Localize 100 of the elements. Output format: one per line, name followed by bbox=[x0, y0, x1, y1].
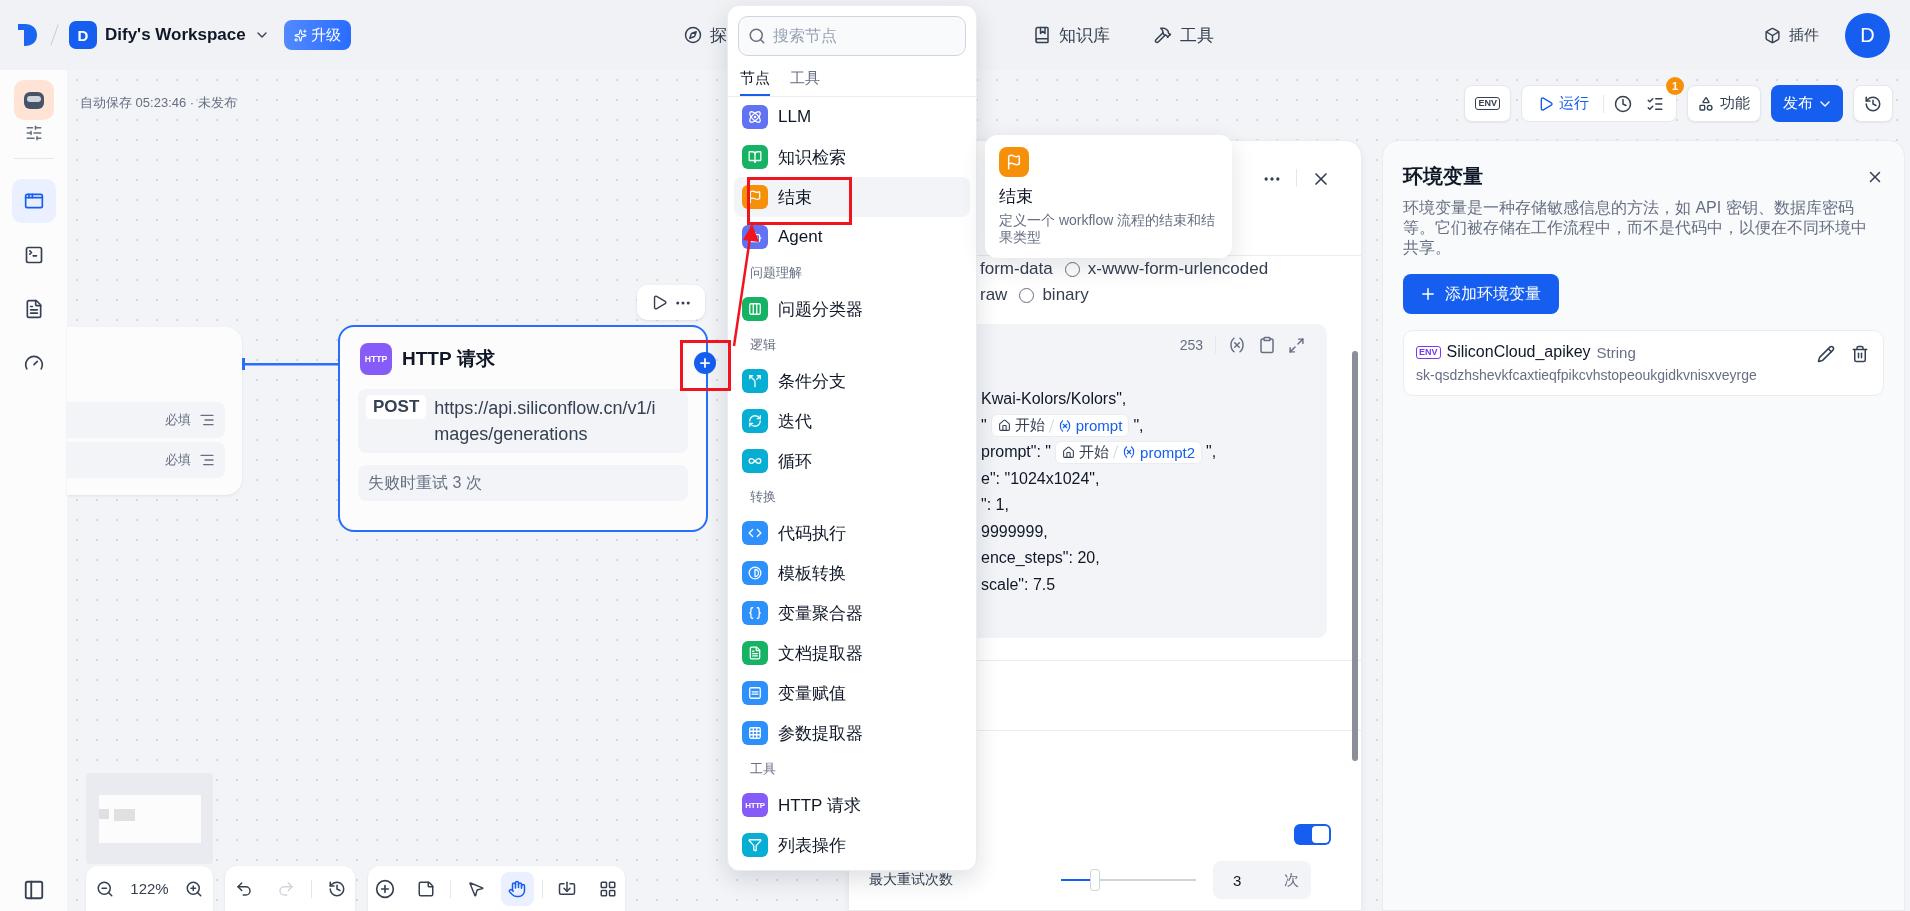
app-icon[interactable] bbox=[13, 80, 54, 120]
item-label: HTTP 请求 bbox=[778, 794, 861, 817]
logo-icon[interactable] bbox=[16, 22, 40, 48]
variable-chip[interactable]: 开始 prompt2 bbox=[1055, 440, 1203, 464]
panel-toggle-icon[interactable] bbox=[22, 879, 45, 901]
code-text: " bbox=[981, 416, 987, 435]
redo-icon bbox=[276, 879, 295, 898]
edit-icon[interactable] bbox=[1817, 345, 1835, 363]
item-label: 问题分类器 bbox=[778, 298, 863, 321]
menu-item[interactable]: HTTP HTTP 请求 bbox=[734, 785, 970, 825]
item-label: LLM bbox=[778, 107, 812, 127]
item-label: 参数提取器 bbox=[778, 722, 863, 745]
body-type-label[interactable]: x-www-form-urlencoded bbox=[1087, 259, 1269, 279]
annotation-box bbox=[680, 340, 731, 391]
retries-unit: 次 bbox=[1284, 870, 1299, 890]
nav-link[interactable]: 知识库 bbox=[1025, 15, 1118, 55]
section-label: 转换 bbox=[749, 488, 777, 506]
variable-chip[interactable]: 开始 prompt bbox=[990, 414, 1130, 438]
panel-description: 环境变量是一种存储敏感信息的方法，如 API 密钥、数据库密码等。它们被存储在工作流程中，而不是代码中，以便在不同环境中共享。 bbox=[1403, 198, 1868, 258]
notebook-icon bbox=[1033, 26, 1051, 44]
zoom-level[interactable]: 122% bbox=[130, 880, 169, 897]
sliders-icon[interactable] bbox=[24, 124, 43, 142]
nav-link[interactable]: 工具 bbox=[1146, 15, 1222, 55]
features-button[interactable]: 功能 bbox=[1687, 85, 1761, 122]
retries-value: 3 bbox=[1233, 871, 1242, 889]
variable-name: prompt bbox=[1075, 417, 1123, 435]
terminal-icon bbox=[23, 245, 44, 265]
menu-tab[interactable]: 节点 bbox=[740, 69, 770, 96]
menu-item[interactable]: LLM bbox=[734, 97, 970, 137]
plus-icon bbox=[698, 356, 712, 370]
text-lines-icon bbox=[199, 412, 215, 428]
menu-item[interactable]: 结束 bbox=[734, 177, 970, 217]
home-icon bbox=[997, 419, 1011, 433]
delete-icon[interactable] bbox=[1851, 345, 1869, 363]
add-variable-button[interactable]: 添加环境变量 bbox=[1403, 274, 1559, 314]
zoom-in-icon bbox=[184, 879, 203, 898]
menu-tab[interactable]: 工具 bbox=[790, 69, 820, 96]
window-icon bbox=[23, 191, 44, 211]
workspace-selector[interactable]: D Dify's Workspace bbox=[69, 21, 270, 49]
required-tag: 必填 bbox=[165, 451, 191, 469]
zoom-out-icon bbox=[96, 879, 115, 898]
panel-title: 环境变量 bbox=[1403, 164, 1483, 189]
plugins-link[interactable]: 插件 bbox=[1764, 25, 1819, 45]
slider-thumb[interactable] bbox=[1089, 869, 1100, 891]
url-text: https://api.siliconflow.cn/v1/images/generations bbox=[434, 397, 657, 446]
history-icon bbox=[1864, 94, 1882, 113]
home-icon bbox=[1062, 445, 1076, 459]
http-request-node[interactable]: HTTP HTTP 请求 POST https://api.siliconflow.cn/v1/images/generations 失败时重试 3 次 bbox=[338, 325, 708, 532]
menu-item[interactable]: 参数提取器 bbox=[734, 713, 970, 753]
item-label: 循环 bbox=[778, 450, 812, 473]
variable-name: SiliconCloud_apikey bbox=[1446, 343, 1591, 361]
item-label: 文档提取器 bbox=[778, 642, 863, 665]
search-field[interactable]: 搜索节点 bbox=[738, 16, 966, 56]
nav-link[interactable]: 探 bbox=[676, 15, 735, 55]
retries-input[interactable]: 3 次 bbox=[1213, 861, 1311, 899]
env-icon: ENV bbox=[1475, 97, 1500, 110]
user-avatar[interactable]: D bbox=[1845, 12, 1890, 58]
code-text: Kwai-Kolors/Kolors", bbox=[981, 390, 1127, 409]
copy-icon[interactable] bbox=[1258, 336, 1276, 354]
http-icon: HTTP bbox=[360, 343, 392, 375]
radio-button[interactable] bbox=[1064, 261, 1080, 277]
publish-button[interactable]: 发布 bbox=[1771, 85, 1843, 122]
retry-slider[interactable] bbox=[1061, 869, 1196, 891]
clock-icon bbox=[1614, 94, 1632, 113]
item-label: 条件分支 bbox=[778, 370, 846, 393]
env-icon: ENV bbox=[1416, 345, 1441, 359]
radio-button[interactable] bbox=[1019, 287, 1035, 303]
char-count: 253 bbox=[1179, 337, 1203, 353]
scrollbar[interactable] bbox=[1352, 351, 1358, 761]
retry-switch[interactable] bbox=[1294, 824, 1331, 845]
body-type-label[interactable]: form-data bbox=[980, 259, 1053, 279]
add-node-button[interactable] bbox=[694, 352, 716, 374]
menu-item[interactable]: 知识检索 bbox=[734, 137, 970, 177]
hand-tool[interactable] bbox=[500, 871, 534, 906]
menu-item[interactable]: 列表操作 bbox=[734, 825, 970, 865]
variable-name: prompt2 bbox=[1140, 443, 1196, 461]
env-button[interactable]: ENV bbox=[1464, 85, 1511, 122]
history-icon bbox=[327, 879, 346, 898]
variable-card[interactable]: ENV SiliconCloud_apikey String sk-qsdzhshevkfcaxtieqfpikcvhstopeoukgidkvnisxveyrge bbox=[1403, 330, 1884, 396]
plus-circle-icon bbox=[374, 878, 395, 899]
start-node[interactable]: 必填 必填 bbox=[67, 327, 242, 495]
text-lines-icon bbox=[199, 452, 215, 468]
count-badge: 1 bbox=[1666, 77, 1684, 95]
version-history-button[interactable] bbox=[1853, 85, 1893, 122]
menu-item[interactable]: 变量赋值 bbox=[734, 673, 970, 713]
import-icon bbox=[558, 879, 577, 898]
sidebar-item[interactable] bbox=[11, 179, 56, 223]
node-name: 开始 bbox=[1079, 442, 1110, 462]
code-text: prompt": " bbox=[981, 443, 1052, 462]
variable-icon bbox=[1122, 445, 1137, 460]
expand-icon[interactable] bbox=[1288, 336, 1305, 354]
body-type-label[interactable]: raw bbox=[980, 285, 1008, 305]
section-label: 工具 bbox=[749, 760, 777, 778]
shapes-icon bbox=[1698, 95, 1714, 112]
upgrade-button[interactable]: 升级 bbox=[283, 20, 351, 50]
variable-icon[interactable] bbox=[1228, 336, 1246, 354]
code-text: e": "1024x1024", bbox=[981, 469, 1100, 488]
body-type-label[interactable]: binary bbox=[1042, 285, 1089, 305]
flag-icon bbox=[999, 147, 1029, 177]
code-text: ", bbox=[1133, 416, 1144, 435]
